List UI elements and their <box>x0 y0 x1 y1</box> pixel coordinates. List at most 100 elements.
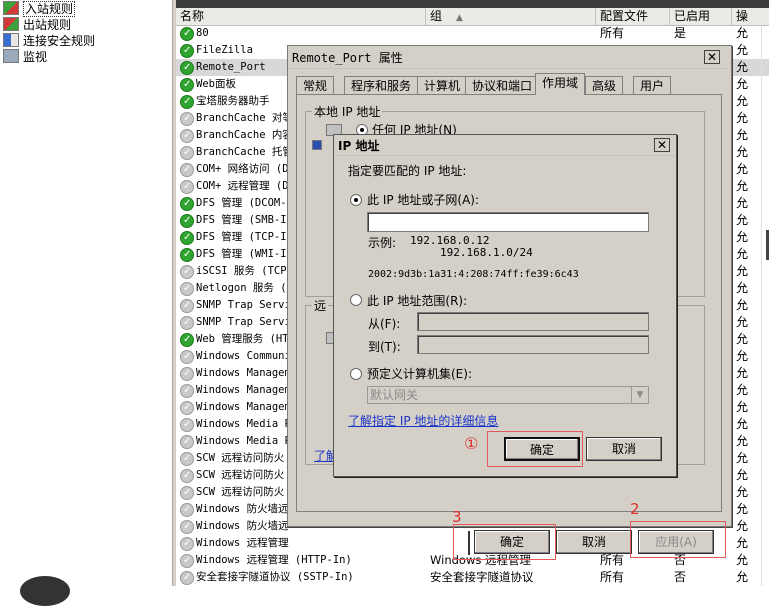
rule-action: 允 <box>736 417 749 431</box>
rule-action: 允 <box>736 349 749 363</box>
rule-action: 允 <box>736 519 749 533</box>
tree-item-outbound-rules[interactable]: 出站规则 <box>3 17 71 33</box>
tree-item-inbound-rules[interactable]: 入站规则 <box>3 1 76 17</box>
ip-dialog-cancel-button[interactable]: 取消 <box>586 437 662 461</box>
column-header-action[interactable]: 操 <box>732 8 769 25</box>
rule-name: Windows 防火墙远 <box>196 503 289 515</box>
range-to-input[interactable] <box>417 335 649 354</box>
rule-disabled-icon <box>180 416 194 433</box>
rule-action: 允 <box>736 43 749 57</box>
rule-name: BranchCache 对等 <box>196 112 293 124</box>
rule-enabled-icon <box>180 42 194 59</box>
tab-users[interactable]: 用户 <box>633 76 672 94</box>
rule-action: 允 <box>736 179 749 193</box>
rule-name: SNMP Trap Servi <box>196 299 291 311</box>
tab-programs-services[interactable]: 程序和服务 <box>344 76 419 94</box>
rule-disabled-icon <box>180 348 194 365</box>
to-label: 到(T): <box>368 340 401 354</box>
tree-item-connection-security[interactable]: 连接安全规则 <box>3 33 95 49</box>
rule-name: SCW 远程访问防火 <box>196 486 285 498</box>
annotation-step-1: ① <box>464 434 479 453</box>
rule-disabled-icon <box>180 297 194 314</box>
rule-name: Windows Communi <box>196 350 291 362</box>
tab-general[interactable]: 常规 <box>296 76 335 94</box>
inbound-rules-icon <box>3 1 19 15</box>
rule-name: iSCSI 服务 (TCP- <box>196 265 293 277</box>
rule-enabled-icon <box>180 59 194 76</box>
column-header-profile[interactable]: 配置文件 <box>596 8 670 25</box>
rule-name: Windows Managem <box>196 384 291 396</box>
rule-enabled-icon <box>180 229 194 246</box>
ip-or-subnet-input[interactable] <box>367 212 649 232</box>
column-header-enabled[interactable]: 已启用 <box>670 8 732 25</box>
ip-dialog-close-icon[interactable]: ✕ <box>654 138 670 152</box>
column-header-group[interactable]: 组 ▲ <box>426 8 596 25</box>
ip-range-radio[interactable] <box>350 294 362 306</box>
table-row[interactable]: 80 所有 是 允 <box>176 25 769 42</box>
tab-computers[interactable]: 计算机 <box>417 76 468 94</box>
rule-name: COM+ 远程管理 (D <box>196 180 289 192</box>
rule-name: SCW 远程访问防火 <box>196 452 285 464</box>
column-divider <box>761 25 762 586</box>
this-ip-or-subnet-label: 此 IP 地址或子网(A): <box>367 193 480 207</box>
rule-action: 允 <box>736 536 749 550</box>
predefined-set-select[interactable]: 默认网关 ▼ <box>367 386 649 404</box>
rule-name: Remote_Port <box>196 61 266 73</box>
rule-profile: 所有 <box>600 570 625 584</box>
monitor-icon <box>3 49 19 63</box>
rule-enabled: 是 <box>674 26 687 40</box>
rule-name: Windows Media P <box>196 418 291 430</box>
rule-action: 允 <box>736 213 749 227</box>
tab-scope[interactable]: 作用域 <box>535 73 586 95</box>
rule-action: 允 <box>736 366 749 380</box>
rule-profile: 所有 <box>600 553 625 567</box>
rule-action: 允 <box>736 553 749 567</box>
rule-disabled-icon <box>180 484 194 501</box>
rule-action: 允 <box>736 400 749 414</box>
rule-action: 允 <box>736 298 749 312</box>
tab-protocols-ports[interactable]: 协议和端口 <box>465 76 540 94</box>
rule-enabled-icon <box>180 246 194 263</box>
rule-action: 允 <box>736 264 749 278</box>
rule-action: 允 <box>736 502 749 516</box>
navigation-tree: 入站规则 出站规则 连接安全规则 监视 <box>0 0 172 606</box>
table-row[interactable]: 安全套接字隧道协议 (SSTP-In) 安全套接字隧道协议 所有 否 允 <box>176 569 769 586</box>
this-ip-or-subnet-radio[interactable] <box>350 194 362 206</box>
rule-action: 允 <box>736 60 749 74</box>
rule-action: 允 <box>736 162 749 176</box>
predefined-set-radio[interactable] <box>350 368 362 380</box>
outbound-rules-icon <box>3 17 19 31</box>
rule-disabled-icon <box>180 569 194 586</box>
rule-disabled-icon <box>180 178 194 195</box>
annotation-step-2: 2 <box>630 500 640 518</box>
range-from-input[interactable] <box>417 312 649 331</box>
rule-action: 允 <box>736 128 749 142</box>
from-label: 从(F): <box>368 317 401 331</box>
rule-name: DFS 管理 (WMI-In <box>196 248 293 260</box>
rule-action: 允 <box>736 332 749 346</box>
rule-action: 允 <box>736 434 749 448</box>
example-ipv6: 2002:9d3b:1a31:4:208:74ff:fe39:6c43 <box>368 269 579 280</box>
rule-name: SCW 远程访问防火 <box>196 469 285 481</box>
rule-disabled-icon <box>180 161 194 178</box>
chevron-down-icon: ▼ <box>631 387 648 403</box>
rule-name: Windows Managem <box>196 401 291 413</box>
list-header: 名称 组 ▲ 配置文件 已启用 操 <box>176 8 769 26</box>
rule-disabled-icon <box>180 501 194 518</box>
rule-action: 允 <box>736 111 749 125</box>
partial-circle-decoration <box>20 576 70 606</box>
rule-disabled-icon <box>180 518 194 535</box>
rule-profile: 所有 <box>600 26 625 40</box>
tree-item-monitor[interactable]: 监视 <box>3 49 47 65</box>
rule-action: 允 <box>736 196 749 210</box>
column-header-name[interactable]: 名称 <box>176 8 426 25</box>
rule-enabled-icon <box>180 331 194 348</box>
rule-name: 安全套接字隧道协议 (SSTP-In) <box>196 571 354 583</box>
close-icon[interactable]: ✕ <box>704 50 720 64</box>
rule-name: Windows Managem <box>196 367 291 379</box>
ip-details-link[interactable]: 了解指定 IP 地址的详细信息 <box>348 412 498 429</box>
properties-cancel-button[interactable]: 取消 <box>556 530 632 554</box>
rule-disabled-icon <box>180 467 194 484</box>
tab-advanced[interactable]: 高级 <box>585 76 624 94</box>
rule-group: 安全套接字隧道协议 <box>430 570 534 584</box>
